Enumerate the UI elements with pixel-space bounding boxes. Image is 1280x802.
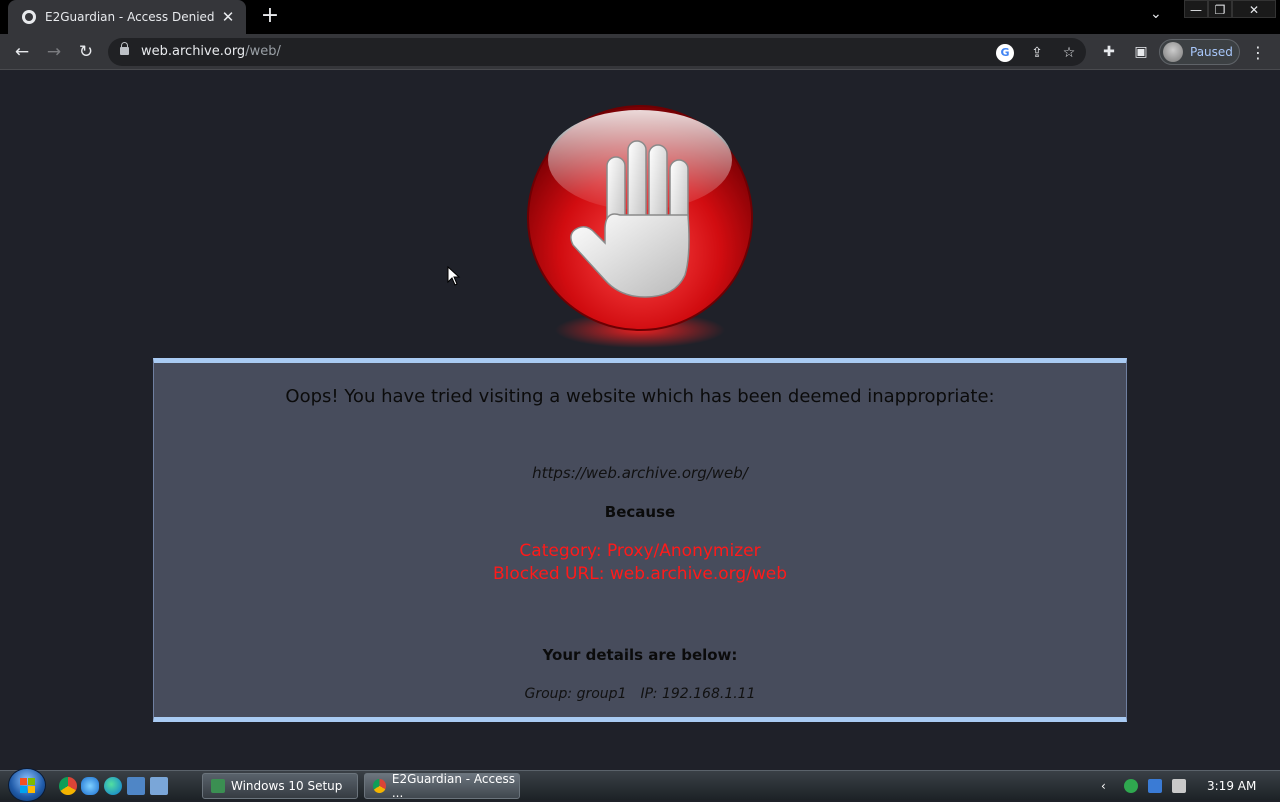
profile-status-label: Paused xyxy=(1190,45,1233,59)
globe-icon xyxy=(22,10,36,24)
internet-explorer-icon[interactable] xyxy=(81,777,99,795)
tab-strip: E2Guardian - Access Denied ✕ + ⌄ — ❐ ✕ xyxy=(0,0,1280,34)
start-button[interactable] xyxy=(8,768,46,802)
taskbar-item-windows-setup[interactable]: Windows 10 Setup xyxy=(202,773,358,799)
taskbar-item-chrome[interactable]: E2Guardian - Access ... xyxy=(364,772,520,800)
window-close-button[interactable]: ✕ xyxy=(1232,0,1276,18)
edge-icon[interactable] xyxy=(104,777,122,795)
browser-tab-active[interactable]: E2Guardian - Access Denied ✕ xyxy=(8,0,246,34)
network-icon[interactable] xyxy=(1148,779,1162,793)
url-host: web.archive.org xyxy=(141,44,246,59)
browser-toolbar: ← → ↻ web.archive.org/web/ G ⇪ ☆ ✚ ▣ Pau… xyxy=(0,34,1280,70)
task-label: Windows 10 Setup xyxy=(231,779,343,793)
security-shield-icon[interactable] xyxy=(1124,779,1138,793)
back-button[interactable]: ← xyxy=(10,40,34,64)
mouse-cursor-icon xyxy=(447,266,461,286)
extensions-puzzle-icon[interactable]: ✚ xyxy=(1099,43,1119,61)
details-heading: Your details are below: xyxy=(542,646,738,664)
task-label: E2Guardian - Access ... xyxy=(391,772,516,800)
share-icon[interactable]: ⇪ xyxy=(1028,44,1046,62)
show-desktop-icon[interactable] xyxy=(127,777,145,795)
show-hidden-icons-chevron-icon[interactable]: ‹ xyxy=(1101,779,1115,793)
side-panel-icon[interactable]: ▣ xyxy=(1131,43,1151,61)
reason-blocked-url: Blocked URL: web.archive.org/web xyxy=(492,564,787,584)
ip-value: IP: 192.168.1.11 xyxy=(640,686,756,702)
switch-windows-icon[interactable] xyxy=(150,777,168,795)
tab-close-icon[interactable]: ✕ xyxy=(220,8,236,26)
reload-button[interactable]: ↻ xyxy=(74,40,98,64)
taskbar-clock[interactable]: 3:19 AM xyxy=(1207,779,1256,793)
page-content: Oops! You have tried visiting a website … xyxy=(0,70,1280,770)
reason-category: Category: Proxy/Anonymizer xyxy=(519,541,761,561)
bookmark-star-icon[interactable]: ☆ xyxy=(1060,44,1078,62)
avatar xyxy=(1163,42,1183,62)
stop-hand-icon xyxy=(527,105,753,348)
tab-search-chevron-icon[interactable]: ⌄ xyxy=(1150,6,1162,22)
block-message-panel: Oops! You have tried visiting a website … xyxy=(153,358,1127,722)
blocked-url: https://web.archive.org/web/ xyxy=(532,464,748,482)
new-tab-button[interactable]: + xyxy=(258,5,282,27)
restore-button[interactable]: ❐ xyxy=(1208,0,1232,18)
lock-icon[interactable] xyxy=(120,42,129,55)
chrome-icon xyxy=(373,779,386,793)
because-label: Because xyxy=(604,503,676,521)
address-bar[interactable]: web.archive.org/web/ G ⇪ ☆ xyxy=(108,38,1086,66)
volume-muted-icon[interactable] xyxy=(1172,779,1186,793)
setup-icon xyxy=(211,779,225,793)
address-url[interactable]: web.archive.org/web/ xyxy=(141,44,281,59)
block-headline: Oops! You have tried visiting a website … xyxy=(285,386,995,407)
windows-taskbar: Windows 10 Setup E2Guardian - Access ...… xyxy=(0,768,1280,802)
minimize-button[interactable]: — xyxy=(1184,0,1208,18)
user-details: Group: group1 IP: 192.168.1.11 xyxy=(154,686,1126,702)
url-path: /web/ xyxy=(245,44,281,59)
forward-button[interactable]: → xyxy=(42,40,66,64)
tab-title: E2Guardian - Access Denied xyxy=(45,10,215,24)
chrome-quicklaunch-icon[interactable] xyxy=(59,777,77,795)
kebab-menu-icon[interactable]: ⋮ xyxy=(1250,43,1266,62)
profile-button[interactable]: Paused xyxy=(1159,39,1240,65)
group-value: Group: group1 xyxy=(524,686,627,702)
google-lens-icon[interactable]: G xyxy=(996,44,1014,62)
windows-logo-icon xyxy=(20,778,35,793)
